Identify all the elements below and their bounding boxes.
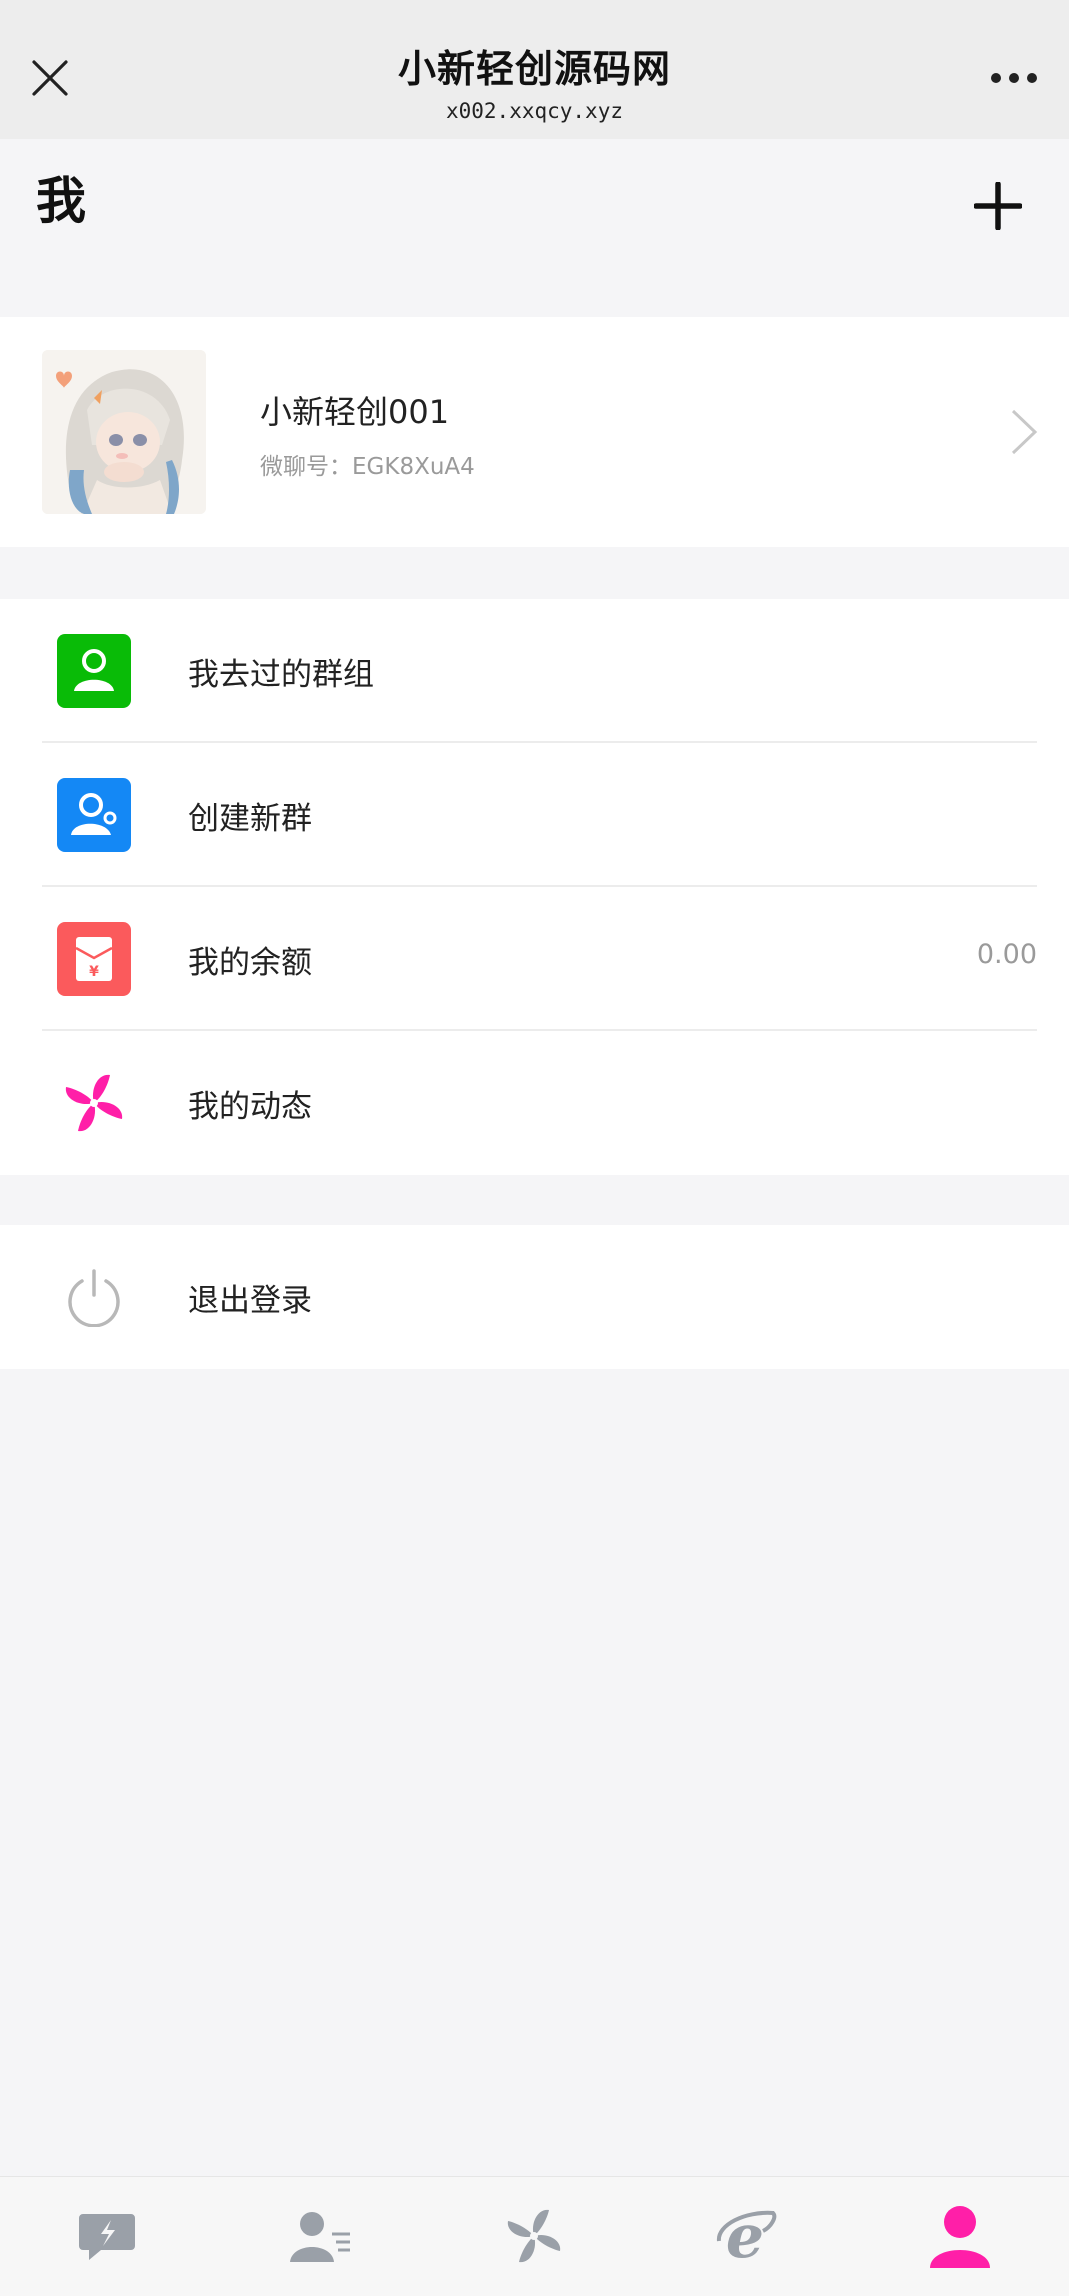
menu-item-groups[interactable]: 我去过的群组 [0, 599, 1069, 743]
menu-item-create-group[interactable]: 创建新群 [0, 743, 1069, 887]
nav-subtitle: x002.xxqcy.xyz [445, 99, 623, 123]
menu-item-label: 我的余额 [188, 945, 312, 981]
tab-contacts[interactable] [213, 2177, 426, 2296]
logout-label: 退出登录 [188, 1283, 312, 1319]
pinwheel-icon [57, 1066, 131, 1140]
tab-chat[interactable] [0, 2177, 213, 2296]
tab-explore[interactable]: e [640, 2177, 853, 2296]
chat-icon [72, 2201, 142, 2271]
tab-profile[interactable] [853, 2177, 1066, 2296]
group-icon [57, 634, 131, 708]
nav-title-block: 小新轻创源码网 x002.xxqcy.xyz [0, 38, 1069, 123]
add-button[interactable] [963, 171, 1033, 241]
power-icon [57, 1260, 131, 1334]
page-header: 我 [0, 139, 1069, 317]
profile-id-label: 微聊号： [260, 454, 352, 480]
tab-moments[interactable] [427, 2177, 640, 2296]
create-group-icon [57, 778, 131, 852]
tab-bar: e [0, 2176, 1069, 2296]
logout-button[interactable]: 退出登录 [0, 1225, 1069, 1369]
pinwheel-icon [499, 2201, 569, 2271]
profile-icon [925, 2201, 995, 2271]
menu-item-balance[interactable]: ¥ 我的余额 0.00 [0, 887, 1069, 1031]
explore-icon: e [712, 2201, 782, 2271]
more-button[interactable] [979, 48, 1049, 108]
page-title: 我 [36, 172, 86, 230]
menu-item-label: 我去过的群组 [188, 657, 374, 693]
avatar[interactable] [42, 350, 206, 514]
menu-item-label: 我的动态 [188, 1089, 312, 1125]
navigation-bar: 小新轻创源码网 x002.xxqcy.xyz [0, 0, 1069, 139]
more-icon [991, 73, 1037, 83]
profile-id: 微聊号：EGK8XuA4 [260, 447, 475, 481]
wallet-icon: ¥ [57, 922, 131, 996]
chevron-right-icon [1011, 409, 1038, 455]
menu-list: 我去过的群组 创建新群 ¥ 我的余额 0.00 我的动态 [0, 599, 1069, 1175]
nav-title: 小新轻创源码网 [397, 47, 671, 91]
balance-value: 0.00 [976, 939, 1037, 970]
profile-card[interactable]: 小新轻创001 微聊号：EGK8XuA4 [0, 317, 1069, 547]
profile-id-value: EGK8XuA4 [352, 454, 475, 480]
svg-text:¥: ¥ [89, 964, 99, 980]
menu-item-label: 创建新群 [188, 801, 312, 837]
plus-icon [974, 182, 1022, 230]
contacts-icon [285, 2201, 355, 2271]
menu-item-moments[interactable]: 我的动态 [0, 1031, 1069, 1175]
profile-name: 小新轻创001 [260, 393, 450, 431]
